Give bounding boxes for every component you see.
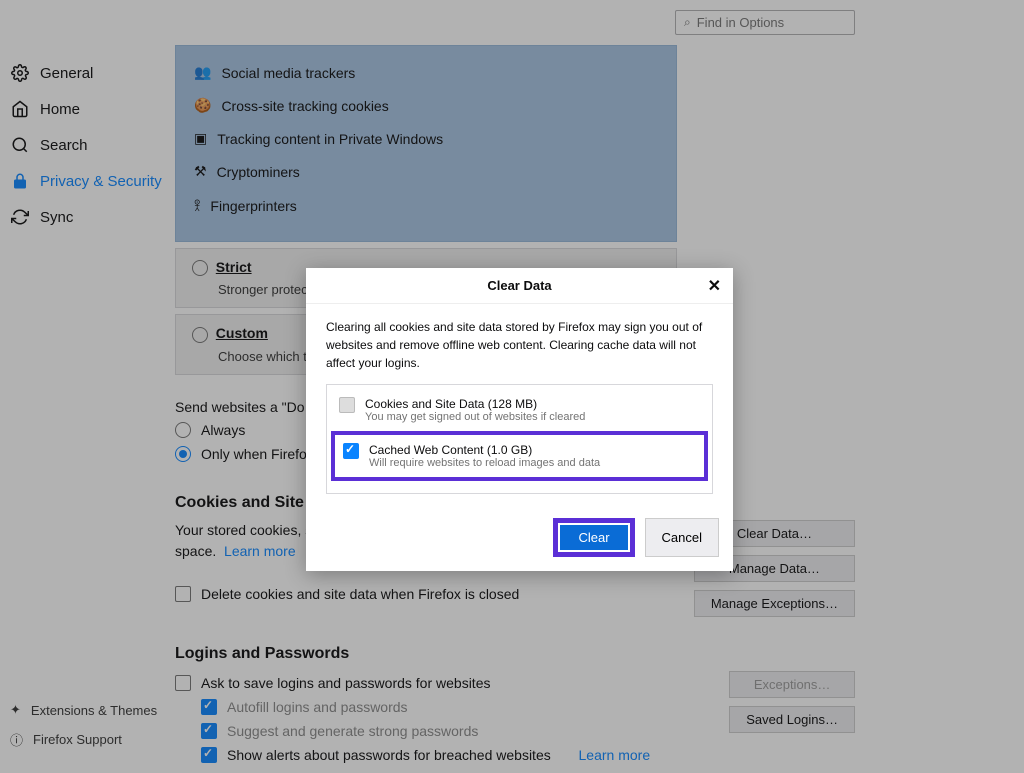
option-cached-content[interactable]: Cached Web Content (1.0 GB) Will require… xyxy=(341,439,698,473)
cookies-option-label: Cookies and Site Data (128 MB) xyxy=(365,397,585,411)
highlight-annotation-1: Cached Web Content (1.0 GB) Will require… xyxy=(331,431,708,481)
cached-option-sublabel: Will require websites to reload images a… xyxy=(369,457,600,469)
highlight-annotation-2: Clear xyxy=(553,518,634,557)
cached-option-label: Cached Web Content (1.0 GB) xyxy=(369,443,600,457)
clear-data-dialog: Clear Data ✕ Clearing all cookies and si… xyxy=(306,268,733,571)
cookies-option-checkbox[interactable] xyxy=(339,397,355,413)
option-cookies-data[interactable]: Cookies and Site Data (128 MB) You may g… xyxy=(337,393,702,427)
dialog-title-text: Clear Data xyxy=(487,278,551,293)
close-icon[interactable]: ✕ xyxy=(708,276,721,296)
clear-button[interactable]: Clear xyxy=(560,525,627,550)
cookies-option-sublabel: You may get signed out of websites if cl… xyxy=(365,411,585,423)
cached-option-checkbox[interactable] xyxy=(343,443,359,459)
dialog-options-list: Cookies and Site Data (128 MB) You may g… xyxy=(326,384,713,494)
dialog-description: Clearing all cookies and site data store… xyxy=(326,318,713,372)
cancel-button[interactable]: Cancel xyxy=(645,518,719,557)
